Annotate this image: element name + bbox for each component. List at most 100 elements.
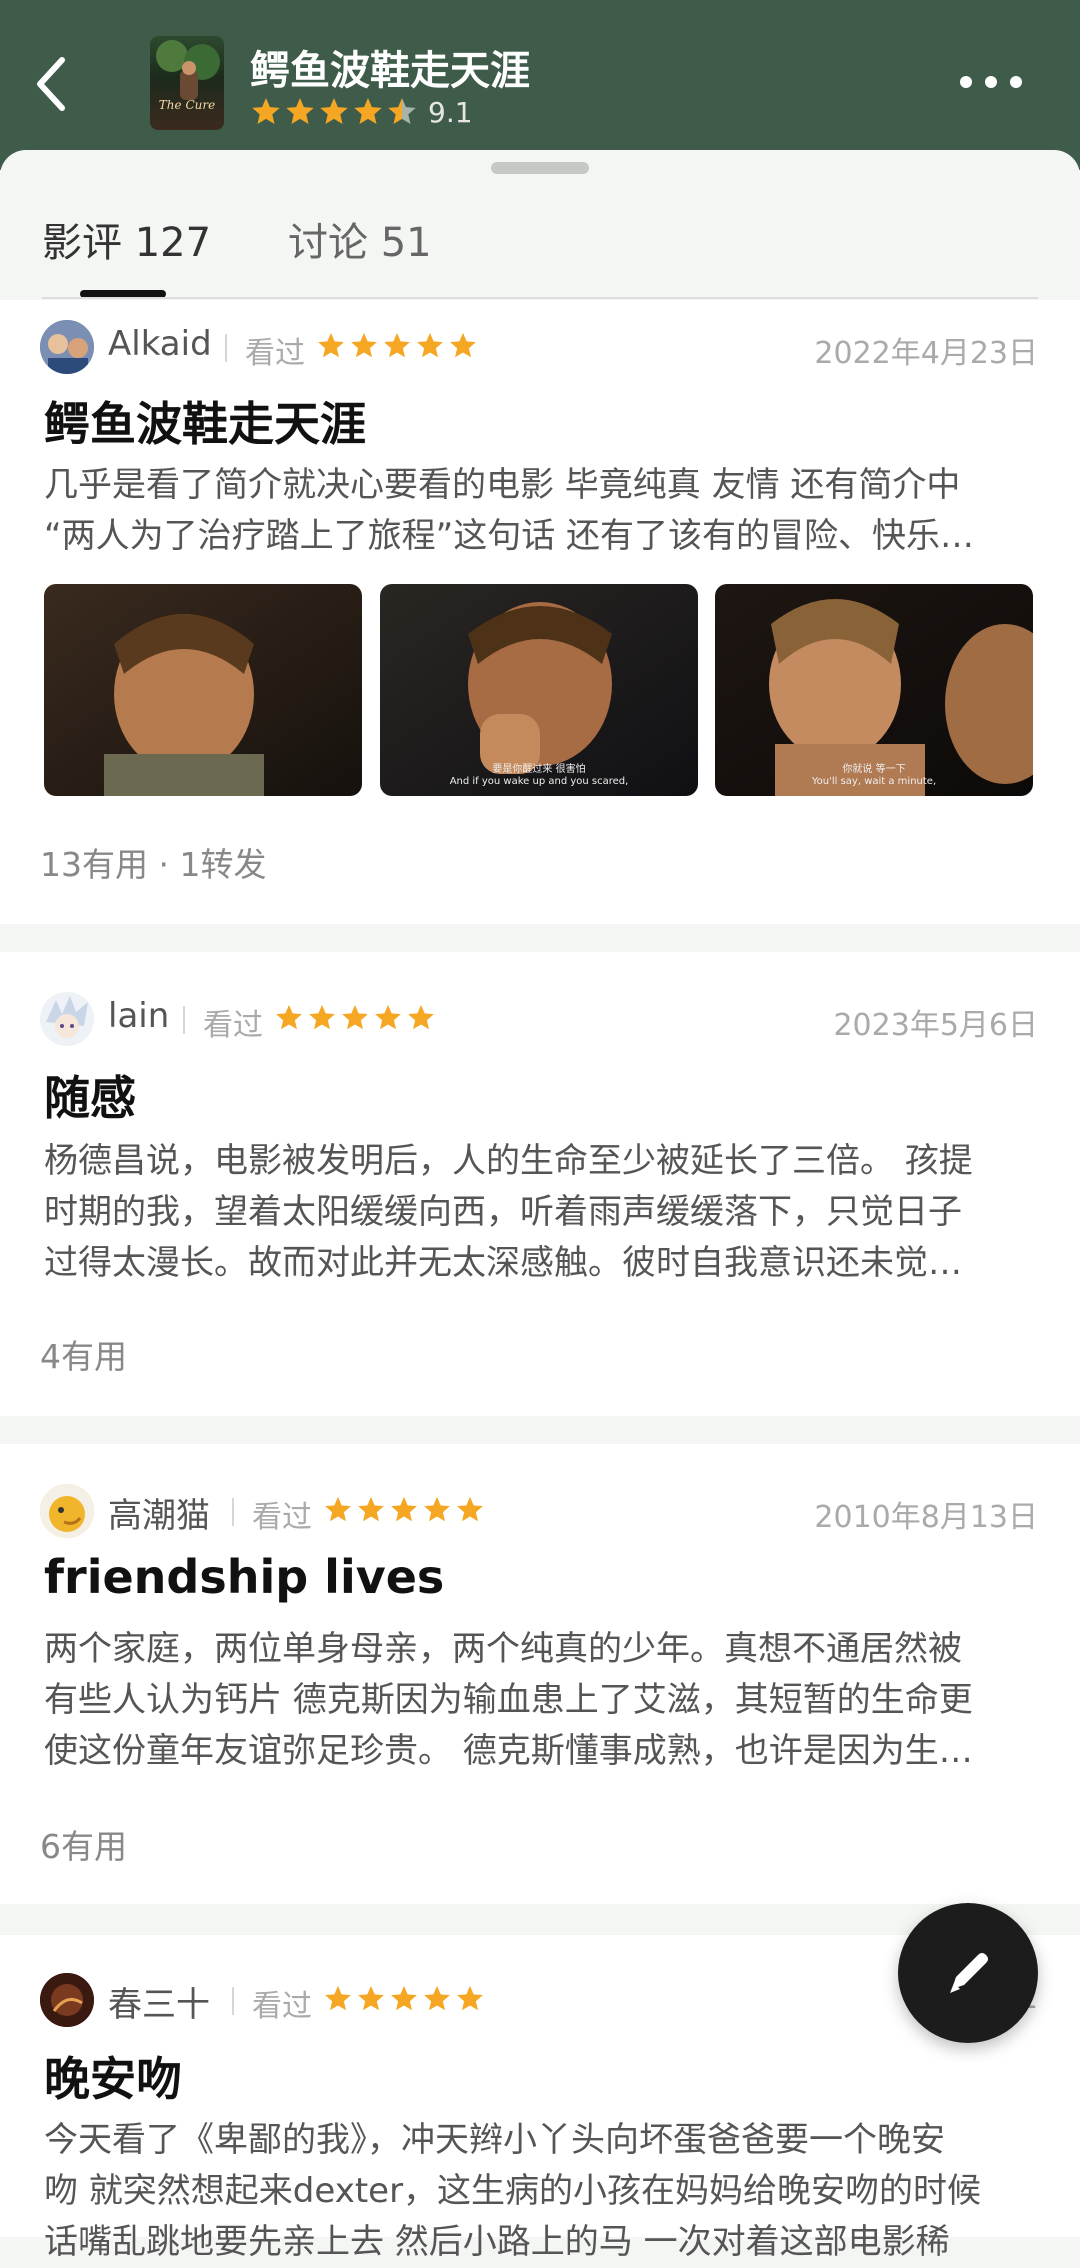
review-body-line: 使这份童年友谊弥足珍贵。 德克斯懂事成熟，也许是因为生… — [44, 1731, 973, 1771]
review-card[interactable]: Alkaid 看过 2022年4月23日 鳄鱼波鞋走天涯 几乎是看了简介就决心要… — [0, 300, 1080, 924]
movie-poster[interactable]: The Cure — [150, 36, 224, 130]
review-body-line: 话嘴乱跳地要先亲上去 然后小路上的马 一次对着这部电影稀 — [44, 2222, 950, 2262]
star-icon — [318, 332, 344, 358]
subtitle-cn: 要是你醒过来 很害怕 — [492, 764, 586, 775]
review-body-line: 过得太漫长。故而对此并无太深感触。彼时自我意识还未觉… — [44, 1243, 962, 1283]
star-icon — [391, 1985, 417, 2011]
image-subtitle: 要是你醒过来 很害怕 And if you wake up and you sc… — [380, 764, 698, 788]
subtitle-cn: 你就说 等一下 — [842, 764, 906, 775]
user-name[interactable]: lain — [108, 996, 169, 1036]
pencil-icon — [950, 1953, 988, 1993]
star-icon — [388, 98, 416, 124]
rating-score: 9.1 — [428, 95, 473, 129]
review-title[interactable]: 鳄鱼波鞋走天涯 — [44, 388, 366, 454]
separator — [183, 1006, 185, 1034]
separator — [232, 1498, 234, 1526]
star-icon — [457, 1496, 483, 1522]
image-subtitle: 你就说 等一下 You'll say, wait a minute, — [715, 764, 1033, 788]
tab-discussions[interactable]: 讨论 51 — [288, 210, 432, 270]
separator — [225, 334, 227, 362]
star-icon — [354, 98, 382, 124]
review-title[interactable]: 随感 — [44, 1062, 136, 1128]
watch-status: 看过 — [203, 1008, 263, 1043]
review-body-line: 两个家庭，两位单身母亲，两个纯真的少年。真想不通居然被 — [44, 1629, 962, 1669]
avatar[interactable] — [40, 992, 94, 1046]
star-icon — [424, 1985, 450, 2011]
review-date: 2023年5月6日 — [833, 1008, 1038, 1043]
review-body-line: 杨德昌说，电影被发明后，人的生命至少被延长了三倍。 孩提 — [44, 1141, 973, 1181]
tab-divider — [42, 297, 1038, 299]
drag-handle[interactable] — [491, 162, 589, 174]
review-body[interactable]: 两个家庭，两位单身母亲，两个纯真的少年。真想不通居然被 有些人认为钙片 德克斯因… — [44, 1624, 1040, 1777]
subtitle-en: And if you wake up and you scared, — [449, 776, 629, 787]
write-review-button[interactable] — [898, 1903, 1038, 2043]
review-image[interactable]: 你就说 等一下 You'll say, wait a minute, — [715, 584, 1033, 796]
movie-rating: 9.1 — [250, 94, 473, 130]
review-stats: 13有用 · 1转发 — [40, 845, 267, 884]
review-stars — [323, 1984, 488, 2014]
star-icon — [320, 98, 348, 124]
review-date: 2010年8月13日 — [814, 1500, 1038, 1535]
review-stars — [274, 1003, 439, 1033]
star-icon — [358, 1985, 384, 2011]
star-icon — [424, 1496, 450, 1522]
subtitle-en: You'll say, wait a minute, — [811, 776, 937, 787]
review-body-line: “两人为了治疗踏上了旅程”这句话 还有了该有的冒险、快乐… — [44, 516, 975, 556]
star-icon — [325, 1985, 351, 2011]
star-icon — [309, 1004, 335, 1030]
rating-stars — [250, 96, 420, 128]
review-body-line: 时期的我，望着太阳缓缓向西，听着雨声缓缓落下，只觉日子 — [44, 1192, 962, 1232]
review-body[interactable]: 杨德昌说，电影被发明后，人的生命至少被延长了三倍。 孩提 时期的我，望着太阳缓缓… — [44, 1136, 1040, 1289]
poster-art — [156, 40, 220, 100]
star-icon — [417, 332, 443, 358]
avatar-image — [40, 1973, 94, 2027]
top-bar: The Cure 鳄鱼波鞋走天涯 9.1 — [0, 0, 1080, 170]
avatar[interactable] — [40, 320, 94, 374]
review-body[interactable]: 今天看了《卑鄙的我》，冲天辫小丫头向坏蛋爸爸要一个晚安 吻 就突然想起来dext… — [44, 2115, 1040, 2268]
review-stats: 4有用 — [40, 1337, 127, 1376]
star-icon — [342, 1004, 368, 1030]
review-body-line: 有些人认为钙片 德克斯因为输血患上了艾滋，其短暂的生命更 — [44, 1680, 973, 1720]
star-icon — [450, 332, 476, 358]
review-title[interactable]: 晚安吻 — [44, 2043, 182, 2109]
star-icon — [351, 332, 377, 358]
review-card[interactable]: 高潮猫 看过 2010年8月13日 friendship lives 两个家庭，… — [0, 1444, 1080, 1904]
review-title[interactable]: friendship lives — [44, 1550, 444, 1604]
separator — [232, 1987, 234, 2015]
user-name[interactable]: 高潮猫 — [108, 1488, 210, 1537]
review-image[interactable]: 要是你醒过来 很害怕 And if you wake up and you sc… — [380, 584, 698, 796]
review-stars — [316, 331, 481, 361]
more-button[interactable] — [956, 64, 1026, 100]
star-icon — [276, 1004, 302, 1030]
star-icon — [252, 98, 280, 124]
star-icon — [325, 1496, 351, 1522]
star-icon — [391, 1496, 417, 1522]
avatar-image — [40, 320, 94, 374]
star-icon — [375, 1004, 401, 1030]
movie-title: 鳄鱼波鞋走天涯 — [250, 48, 530, 94]
watch-status: 看过 — [252, 1500, 312, 1535]
watch-status: 看过 — [245, 336, 305, 371]
star-icon — [384, 332, 410, 358]
review-body-line: 吻 就突然想起来dexter，这生病的小孩在妈妈给晚安吻的时候 — [44, 2171, 982, 2211]
star-icon — [286, 98, 314, 124]
avatar-image — [40, 992, 94, 1046]
tab-reviews[interactable]: 影评 127 — [42, 210, 211, 270]
avatar[interactable] — [40, 1973, 94, 2027]
review-stars — [323, 1495, 488, 1525]
avatar-image — [40, 1484, 94, 1538]
review-body[interactable]: 几乎是看了简介就决心要看的电影 毕竟纯真 友情 还有简介中 “两人为了治疗踏上了… — [44, 460, 1040, 562]
poster-title: The Cure — [158, 98, 216, 112]
more-dots-icon — [960, 76, 1022, 88]
review-date: 2022年4月23日 — [814, 336, 1038, 371]
review-card[interactable]: lain 看过 2023年5月6日 随感 杨德昌说，电影被发明后，人的生命至少被… — [0, 952, 1080, 1416]
watch-status: 看过 — [252, 1989, 312, 2024]
still-image — [44, 584, 362, 796]
user-name[interactable]: 春三十 — [108, 1977, 210, 2026]
review-image[interactable] — [44, 584, 362, 796]
back-button[interactable] — [22, 44, 92, 124]
review-body-line: 今天看了《卑鄙的我》，冲天辫小丫头向坏蛋爸爸要一个晚安 — [44, 2120, 945, 2160]
avatar[interactable] — [40, 1484, 94, 1538]
star-icon — [457, 1985, 483, 2011]
user-name[interactable]: Alkaid — [108, 324, 212, 364]
